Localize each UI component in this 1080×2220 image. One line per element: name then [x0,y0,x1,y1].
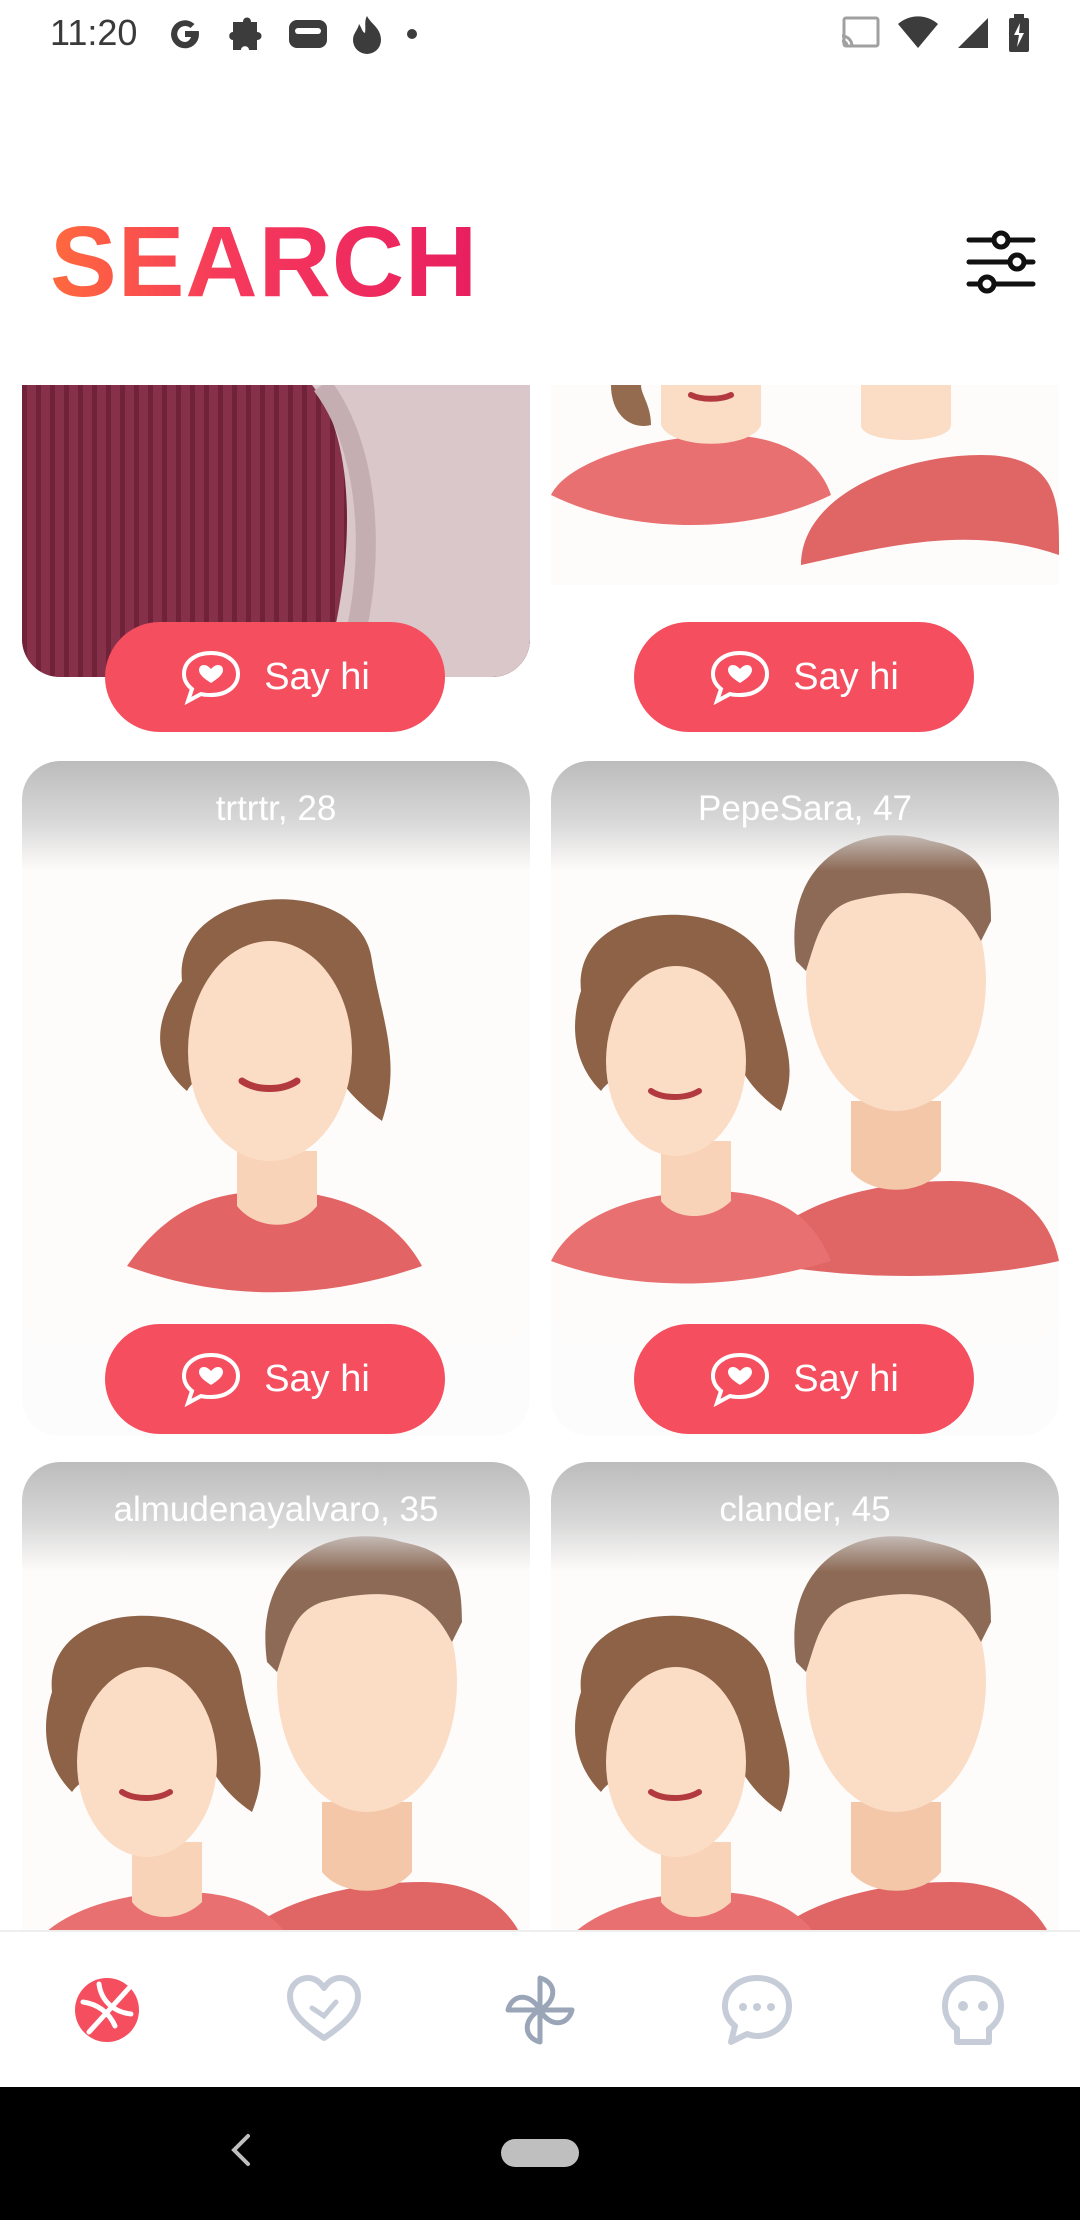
profile-card[interactable]: almudenayalvaro, 35 [22,1462,530,1930]
bottom-navigation [0,1930,1080,2089]
status-notification-icons [165,14,419,54]
sliders-icon [966,230,1036,294]
nav-discover[interactable] [502,1972,578,2048]
flame-icon [353,16,381,54]
battery-charging-icon [1009,14,1029,52]
system-home-button[interactable] [501,2139,579,2167]
say-hi-button[interactable]: Say hi [105,622,445,732]
heart-icon [287,1975,361,2041]
chat-icon [722,1975,792,2045]
page-title: SEARCH [50,206,479,318]
heart-chat-icon [182,1352,241,1407]
cast-icon [841,16,880,48]
nav-profile[interactable] [935,1972,1011,2048]
profile-photo: clander, 45 [551,1462,1059,1930]
dot-icon [407,29,417,39]
puzzle-icon [229,17,262,50]
profile-name: clander, 45 [719,1490,891,1529]
system-navigation-bar [0,2087,1080,2220]
profiles-grid[interactable]: Say hi Say hi trtrtr, 28 Say hi PepeSara… [0,385,1080,1930]
say-hi-button[interactable]: Say hi [634,1324,974,1434]
system-back-button[interactable] [226,2130,256,2170]
profile-photo: almudenayalvaro, 35 [22,1462,530,1930]
signal-icon [958,18,988,48]
profile-photo: PepeSara, 47 [551,761,1059,1346]
profile-card-photo[interactable] [551,385,1059,585]
nav-likes[interactable] [286,1972,362,2048]
profile-photo: trtrtr, 28 [22,761,530,1346]
pinwheel-icon [505,1975,575,2045]
profile-icon [942,1975,1004,2045]
cast-app-icon [289,20,327,48]
profile-name: trtrtr, 28 [215,789,337,828]
profile-card[interactable]: clander, 45 [551,1462,1059,1930]
google-icon [171,20,200,49]
profile-name: PepeSara, 47 [697,789,913,828]
status-bar: 11:20 [0,0,1080,66]
back-chevron-icon [231,2134,250,2166]
say-hi-button[interactable]: Say hi [634,622,974,732]
say-hi-label: Say hi [264,655,370,698]
heart-chat-icon [711,1352,770,1407]
say-hi-label: Say hi [793,655,899,698]
nav-search[interactable] [69,1972,145,2048]
say-hi-label: Say hi [264,1357,370,1400]
nav-messages[interactable] [719,1972,795,2048]
say-hi-button[interactable]: Say hi [105,1324,445,1434]
heart-chat-icon [711,650,770,705]
couple-avatar [551,385,1059,565]
wifi-icon [898,16,938,48]
status-time: 11:20 [50,12,138,53]
heart-chat-icon [182,650,241,705]
profile-name: almudenayalvaro, 35 [113,1490,439,1529]
say-hi-label: Say hi [793,1357,899,1400]
status-system-icons [840,14,1030,52]
filter-button[interactable] [965,226,1037,298]
search-ball-icon [75,1978,139,2042]
